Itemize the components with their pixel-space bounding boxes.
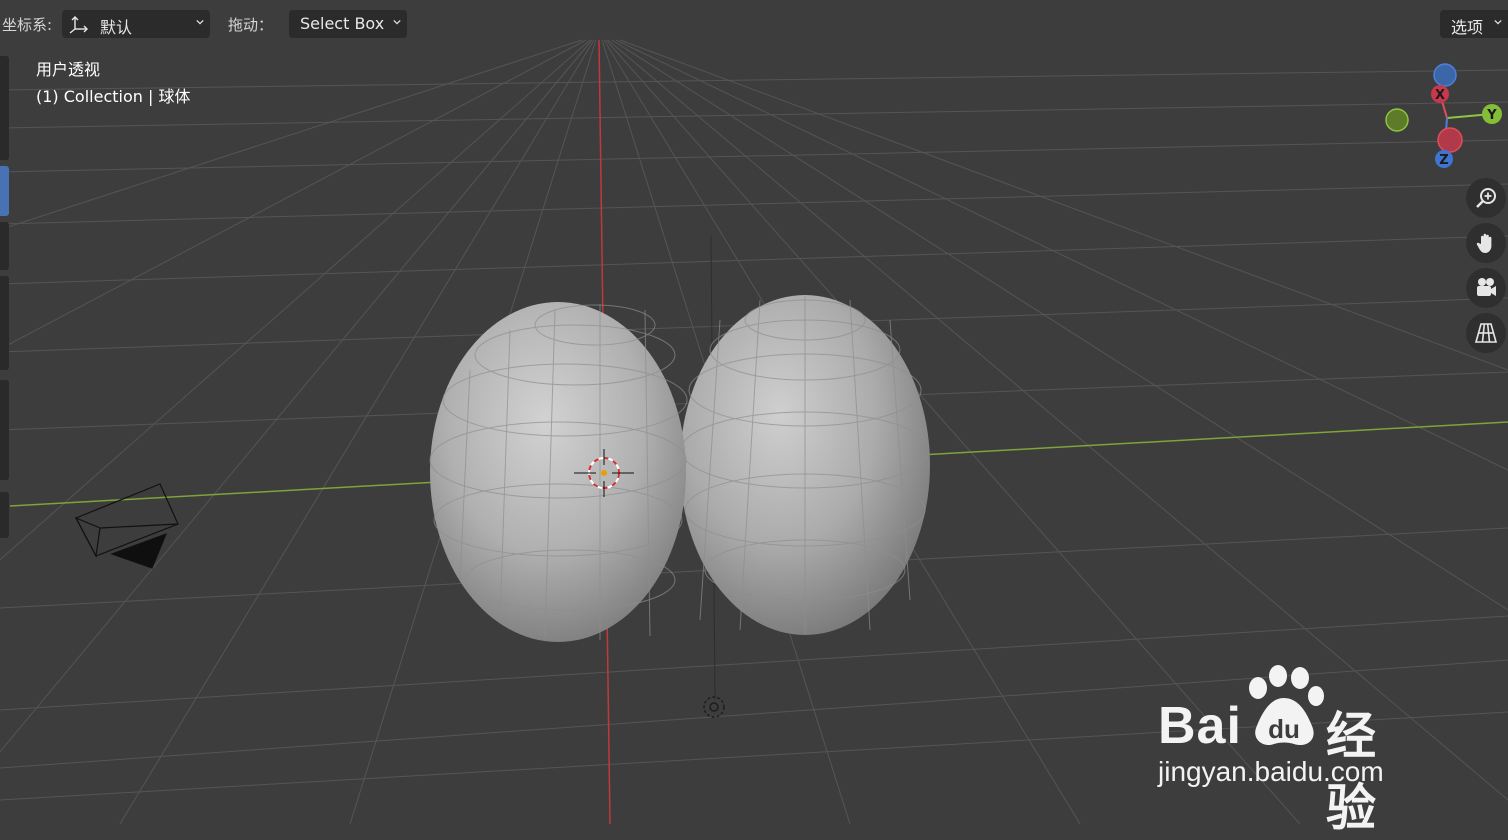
coord-system-value: 默认 <box>100 18 133 37</box>
view-name-label: 用户透视 <box>36 60 101 79</box>
toolbar-tab[interactable] <box>0 380 9 480</box>
drag-label: 拖动： <box>228 16 274 34</box>
watermark-brand: Bai <box>1158 697 1242 755</box>
options-label: 选项 <box>1451 18 1484 37</box>
coord-system-label: 坐标系: <box>2 16 53 34</box>
toolbar-tab[interactable] <box>0 492 9 538</box>
transform-orientation-icon <box>69 16 88 34</box>
left-toolbar-edge <box>0 50 10 550</box>
perspective-grid-icon <box>1474 323 1498 343</box>
chevron-down-icon <box>1494 19 1502 25</box>
zoom-button[interactable] <box>1466 178 1506 218</box>
drag-value: Select Box <box>300 14 385 33</box>
chevron-down-icon <box>196 19 204 25</box>
sphere-mesh-left <box>429 302 688 642</box>
chevron-down-icon <box>393 19 401 25</box>
svg-text:du: du <box>1268 714 1300 744</box>
sphere-mesh-right <box>680 295 930 635</box>
toolbar-tab-active[interactable] <box>0 166 9 216</box>
collection-object-label: (1) Collection | 球体 <box>36 87 191 106</box>
gizmo-x-label: X <box>1435 88 1445 103</box>
perspective-toggle-button[interactable] <box>1466 313 1506 353</box>
pan-button[interactable] <box>1466 223 1506 263</box>
drag-dropdown[interactable]: Select Box <box>289 10 407 38</box>
coord-system-dropdown[interactable]: 默认 <box>62 10 210 38</box>
viewport-header: 坐标系: 默认 拖动： Select Box 选项 <box>0 0 1508 46</box>
hand-pan-icon <box>1476 233 1492 253</box>
toolbar-tab[interactable] <box>0 276 9 370</box>
gizmo-y-label: Y <box>1486 108 1497 123</box>
options-dropdown[interactable]: 选项 <box>1440 10 1508 38</box>
gizmo-z-label: Z <box>1439 153 1448 168</box>
zoom-icon <box>1476 188 1496 208</box>
camera-view-button[interactable] <box>1466 268 1506 308</box>
toolbar-tab[interactable] <box>0 56 9 160</box>
toolbar-tab[interactable] <box>0 222 9 270</box>
baidu-paw-logo: du <box>1249 665 1324 746</box>
camera-view-icon <box>1477 278 1496 296</box>
watermark-url: jingyan.baidu.com <box>1158 756 1384 787</box>
